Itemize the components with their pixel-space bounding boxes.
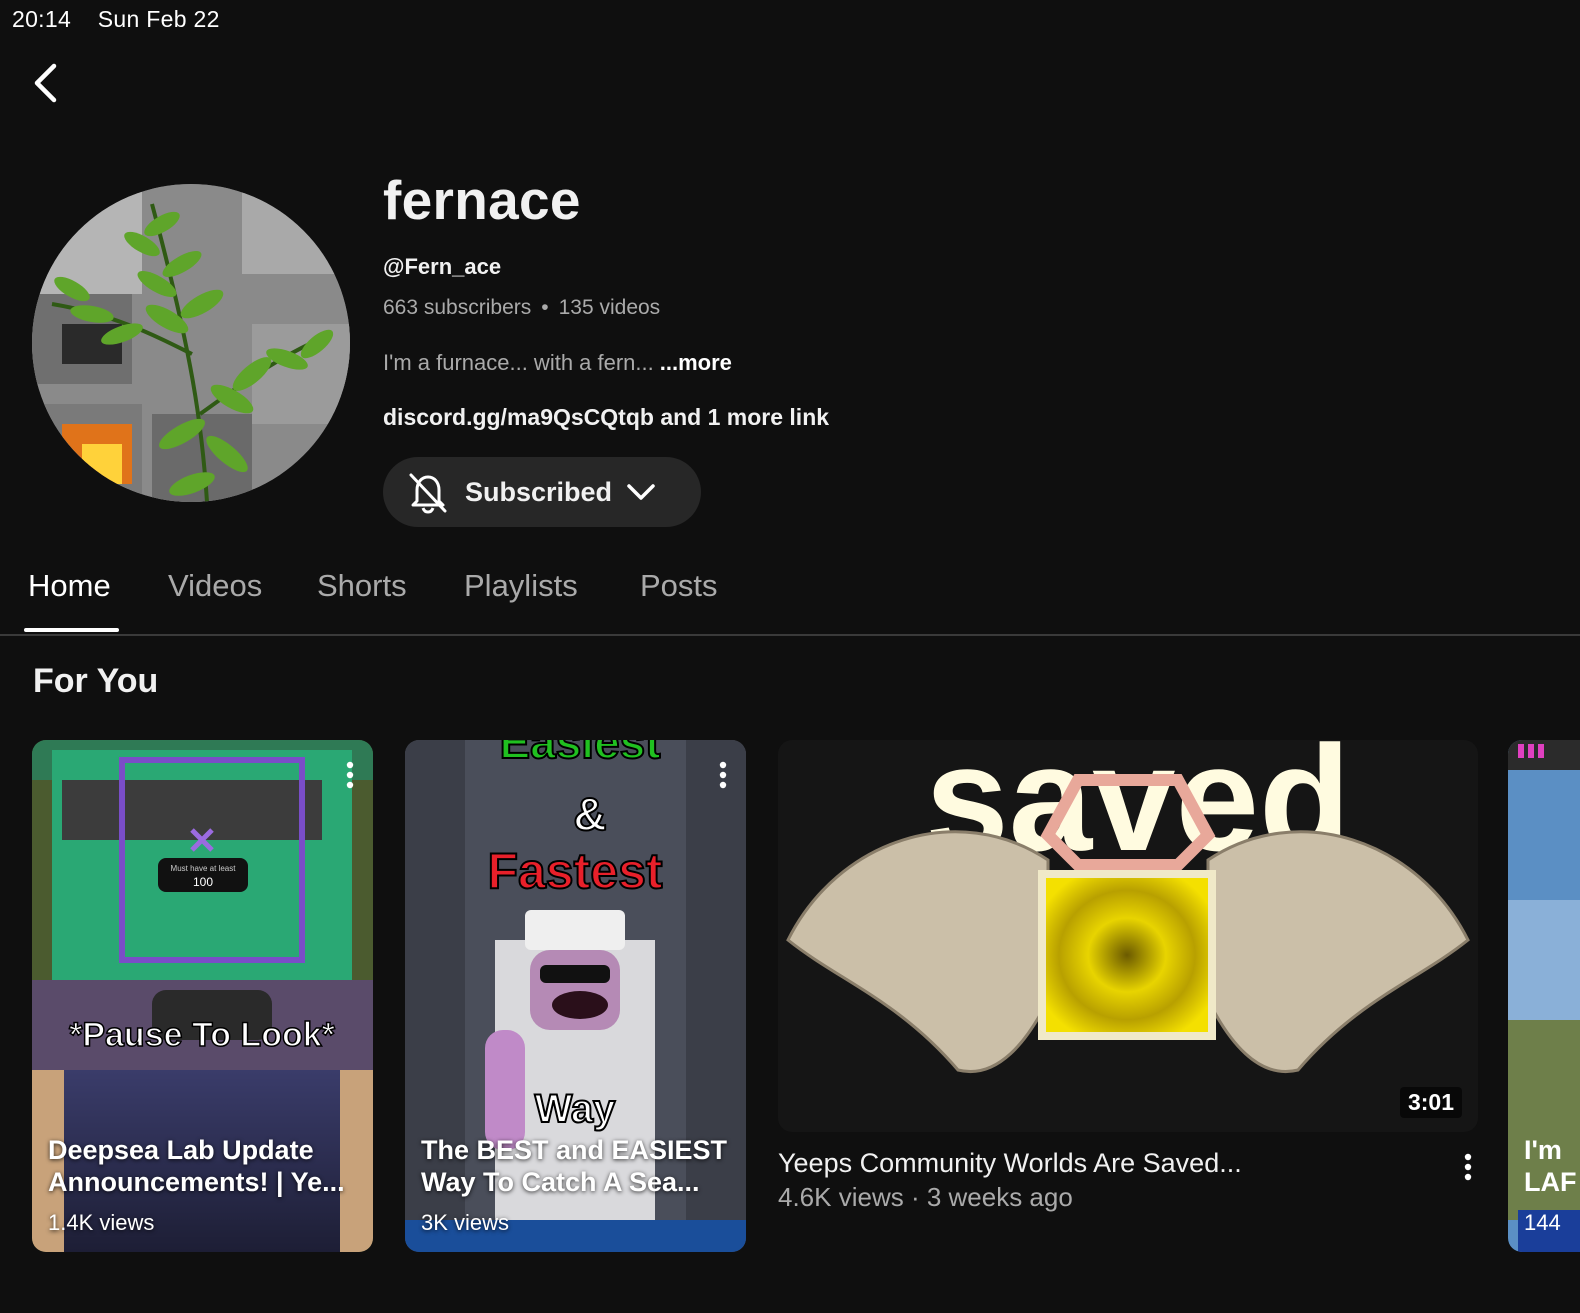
short-title: I'm LAF <box>1524 1134 1576 1198</box>
tab-home[interactable]: Home <box>28 568 111 604</box>
meta-separator: • <box>541 296 549 319</box>
status-date: Sun Feb 22 <box>97 6 220 32</box>
subscribed-button[interactable]: Subscribed <box>383 457 701 527</box>
thumb-overlay-amp: & <box>573 788 606 840</box>
thumb-badge-text: Must have at least <box>171 864 237 873</box>
channel-info: fernace @Fern_ace 663 subscribers • 135 vi… <box>383 168 829 527</box>
video-meta: 4.6K views · 3 weeks ago <box>778 1182 1073 1212</box>
short-title-line: LAF <box>1524 1167 1577 1197</box>
thumb-overlay-way: Way <box>535 1087 617 1131</box>
status-time: 20:14 <box>12 6 72 32</box>
thumb-badge-value: 100 <box>193 875 213 889</box>
description-text: I'm a furnace... with a fern... <box>383 350 654 375</box>
channel-tabs: Home Videos Shorts Playlists Posts <box>0 560 1580 636</box>
thumb-overlay-text: *Pause To Look* <box>69 1016 336 1054</box>
active-tab-indicator <box>24 628 119 632</box>
tab-shorts[interactable]: Shorts <box>317 568 407 604</box>
bell-off-icon <box>409 473 447 514</box>
thumb-overlay-mid: Fastest <box>487 843 662 899</box>
video-card[interactable]: saved 3:01 Yeeps Community Worlds Are Sa… <box>778 740 1478 1212</box>
short-views: 144 <box>1524 1210 1561 1235</box>
video-duration: 3:01 <box>1399 1087 1462 1118</box>
section-title: For You <box>33 662 159 700</box>
channel-avatar[interactable] <box>32 184 350 502</box>
short-card[interactable]: I'm LAF 144 <box>1508 740 1580 1252</box>
channel-handle: @Fern_ace <box>383 254 502 279</box>
short-title: Deepsea Lab Update Announcements! | Ye..… <box>48 1135 345 1197</box>
video-count: 135 videos <box>558 296 661 319</box>
more-vertical-icon[interactable] <box>718 760 728 790</box>
channel-description[interactable]: I'm a furnace... with a fern... ...more <box>383 350 829 376</box>
thumb-overlay-top: Easiest <box>499 740 660 768</box>
short-views: 3K views <box>421 1210 510 1235</box>
subscriber-count: 663 subscribers <box>383 296 532 319</box>
short-card[interactable]: Must have at least 100 *Pause To Look* D… <box>32 740 373 1252</box>
short-title: The BEST and EASIEST Way To Catch A Sea.… <box>421 1135 728 1197</box>
tab-playlists[interactable]: Playlists <box>464 568 578 604</box>
subscribed-label: Subscribed <box>465 476 613 507</box>
more-vertical-icon[interactable] <box>345 760 355 790</box>
channel-name: fernace <box>383 169 581 231</box>
short-title-line: I'm <box>1524 1135 1562 1165</box>
video-thumbnail[interactable]: saved 3:01 <box>778 740 1478 1132</box>
channel-meta: 663 subscribers • 135 videos <box>383 296 829 320</box>
tab-videos[interactable]: Videos <box>168 568 262 604</box>
short-card[interactable]: Easiest & Fastest Way The BEST and EASIE… <box>405 740 746 1252</box>
tab-posts[interactable]: Posts <box>640 568 718 604</box>
chevron-down-icon <box>627 484 655 500</box>
channel-links[interactable]: discord.gg/ma9QsCQtqb and 1 more link <box>383 404 829 431</box>
back-arrow-icon <box>34 63 57 103</box>
back-button[interactable] <box>28 60 68 106</box>
more-vertical-icon[interactable] <box>1463 1152 1473 1182</box>
video-title[interactable]: Yeeps Community Worlds Are Saved... <box>778 1148 1242 1179</box>
more-link[interactable]: ...more <box>660 350 732 375</box>
status-bar: 20:14 Sun Feb 22 <box>12 6 240 33</box>
short-views: 1.4K views <box>48 1210 155 1235</box>
